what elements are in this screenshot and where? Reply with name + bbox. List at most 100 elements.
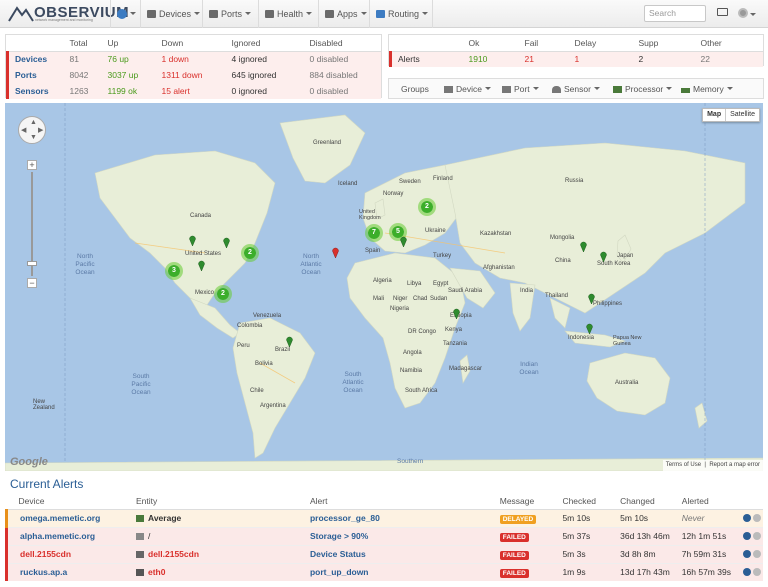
device-pin-icon[interactable] <box>189 235 196 246</box>
report-map-error-link[interactable]: Report a map error <box>709 462 760 468</box>
col-changed: Changed <box>608 493 670 510</box>
alerts-label[interactable]: Alerts <box>389 51 463 67</box>
zoom-out-button[interactable]: − <box>27 278 37 288</box>
alert-link[interactable]: port_up_down <box>310 567 369 577</box>
zoom-in-button[interactable]: + <box>27 160 37 170</box>
nav-apps[interactable]: Apps <box>318 0 367 28</box>
map-label: Egypt <box>433 281 449 287</box>
map-label: Papua New Guinea <box>613 335 642 347</box>
network-port-icon <box>209 10 218 18</box>
device-pin-icon[interactable] <box>586 323 593 334</box>
device-link[interactable]: alpha.memetic.org <box>20 531 95 541</box>
device-cluster-marker[interactable]: 7 <box>365 224 383 242</box>
sensors-row[interactable]: Sensors 1263 1199 ok 15 alert 0 ignored … <box>6 83 381 99</box>
ports-label[interactable]: Ports <box>6 67 64 83</box>
alert-link[interactable]: Storage > 90% <box>310 531 368 541</box>
device-pin-icon[interactable] <box>588 293 595 304</box>
entity-link[interactable]: Average <box>148 513 181 523</box>
mute-icon[interactable] <box>753 532 761 540</box>
alerts-row[interactable]: Alerts 1910 21 1 2 22 <box>389 51 763 67</box>
col-alerted: Alerted <box>669 493 731 510</box>
col-ignored: Ignored <box>225 35 304 52</box>
sensors-label[interactable]: Sensors <box>6 83 64 99</box>
device-pin-icon[interactable] <box>453 308 460 319</box>
info-icon[interactable] <box>743 514 751 522</box>
ports-row[interactable]: Ports 8042 3037 up 1311 down 645 ignored… <box>6 67 381 83</box>
entity-link[interactable]: dell.2155cdn <box>148 549 199 559</box>
device-cluster-marker[interactable]: 2 <box>214 285 232 303</box>
mute-icon[interactable] <box>753 568 761 577</box>
nav-devices[interactable]: Devices <box>140 0 201 28</box>
alert-link[interactable]: processor_ge_80 <box>310 513 380 523</box>
map-label: DR Congo <box>408 329 437 335</box>
device-pin-icon[interactable] <box>198 260 205 271</box>
groups-bar: Groups Device Port Sensor Processor Memo… <box>388 78 764 99</box>
map-label: Venezuela <box>253 313 282 319</box>
globe-menu[interactable] <box>110 0 136 28</box>
devices-row[interactable]: Devices 81 76 up 1 down 4 ignored 0 disa… <box>6 51 381 67</box>
map-label: Spain <box>365 248 381 254</box>
map-label: Nigeria <box>390 306 410 312</box>
nav-ports[interactable]: Ports <box>202 0 252 28</box>
group-port[interactable]: Port <box>502 84 539 94</box>
server-icon <box>444 86 453 93</box>
info-icon[interactable] <box>743 568 751 577</box>
observium-logo[interactable]: OBSERVIUM network management and monitor… <box>8 3 129 25</box>
device-pin-icon[interactable] <box>286 336 293 347</box>
terms-of-use-link[interactable]: Terms of Use <box>666 462 701 468</box>
entity-link[interactable]: eth0 <box>148 567 165 577</box>
alert-summary-table: Ok Fail Delay Supp Other Alerts 1910 21 … <box>389 35 763 67</box>
zoom-slider-thumb[interactable] <box>27 261 37 266</box>
map-label: New Zealand <box>33 399 55 411</box>
group-sensor[interactable]: Sensor <box>552 84 600 94</box>
map-label: Libya <box>407 281 422 287</box>
alert-link[interactable]: Device Status <box>310 549 366 559</box>
group-processor[interactable]: Processor <box>613 84 673 94</box>
device-pin-icon[interactable] <box>223 237 230 248</box>
device-down-pin-icon[interactable] <box>332 247 339 258</box>
device-cluster-marker[interactable]: 2 <box>241 244 259 262</box>
map-type-satellite-button[interactable]: Satellite <box>726 109 759 121</box>
map-label: Turkey <box>433 253 452 259</box>
mute-icon[interactable] <box>753 514 761 522</box>
map-label: Philippines <box>593 301 623 307</box>
nav-routing[interactable]: Routing <box>369 0 429 28</box>
device-cluster-marker[interactable]: 2 <box>418 198 436 216</box>
logo-tagline: network management and monitoring <box>35 18 93 22</box>
search-input[interactable]: Search <box>644 5 706 22</box>
processor-icon <box>613 86 622 93</box>
status-badge: FAILED <box>499 532 529 542</box>
devices-label[interactable]: Devices <box>6 51 64 67</box>
group-memory[interactable]: Memory <box>681 84 733 94</box>
sensor-icon <box>552 86 561 93</box>
device-pin-icon[interactable] <box>600 251 607 262</box>
info-icon[interactable] <box>743 550 751 558</box>
info-icon[interactable] <box>743 532 751 540</box>
map-label: Norway <box>383 191 404 197</box>
map-type-map-button[interactable]: Map <box>703 109 727 121</box>
status-summary-table: Total Up Down Ignored Disabled Devices 8… <box>6 35 381 99</box>
map-label: Canada <box>190 213 212 219</box>
table-row[interactable]: dell.2155cdn dell.2155cdn Device Status … <box>5 544 763 563</box>
table-row[interactable]: alpha.memetic.org / Storage > 90% FAILED… <box>5 526 763 545</box>
device-link[interactable]: dell.2155cdn <box>20 549 71 559</box>
table-row[interactable]: ruckus.ap.a eth0 port_up_down FAILED 1m … <box>5 562 763 581</box>
map-zoom-control[interactable]: + − <box>27 160 37 288</box>
nav-health[interactable]: Health <box>258 0 313 28</box>
table-row[interactable]: omega.memetic.org Average processor_ge_8… <box>5 508 763 527</box>
map-label: Finland <box>433 176 453 182</box>
map-pan-control[interactable]: ▲ ▼ ◀ ▶ <box>18 116 46 144</box>
processor-icon <box>136 515 144 522</box>
mute-icon[interactable] <box>753 550 761 558</box>
entity-link[interactable]: / <box>148 531 150 541</box>
device-link[interactable]: ruckus.ap.a <box>20 567 67 577</box>
device-cluster-marker[interactable]: 3 <box>165 262 183 280</box>
world-map[interactable]: ▲ ▼ ◀ ▶ + − Map Satellite Greenland Icela… <box>5 103 763 471</box>
monitor-icon[interactable] <box>717 8 728 18</box>
device-link[interactable]: omega.memetic.org <box>20 513 100 523</box>
group-device[interactable]: Device <box>444 84 491 94</box>
device-pin-icon[interactable] <box>580 241 587 252</box>
device-pin-icon[interactable] <box>400 236 407 247</box>
settings-gear-icon[interactable] <box>738 8 756 20</box>
map-label: Indian Ocean <box>519 361 539 376</box>
